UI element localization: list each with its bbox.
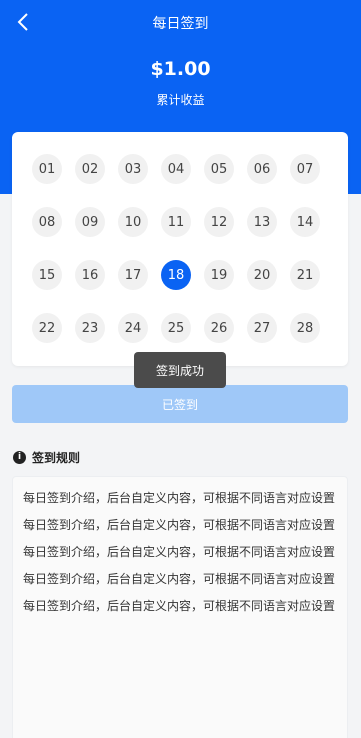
day-cell[interactable]: 20 bbox=[247, 260, 277, 290]
rule-line: 每日签到介绍，后台自定义内容，可根据不同语言对应设置 bbox=[23, 572, 336, 586]
day-cell-today[interactable]: 18 bbox=[161, 260, 191, 290]
day-cell[interactable]: 09 bbox=[75, 207, 105, 237]
day-cell[interactable]: 05 bbox=[204, 154, 234, 184]
rule-line: 每日签到介绍，后台自定义内容，可根据不同语言对应设置 bbox=[23, 518, 336, 532]
day-cell[interactable]: 11 bbox=[161, 207, 191, 237]
day-cell[interactable]: 04 bbox=[161, 154, 191, 184]
page-title: 每日签到 bbox=[152, 16, 209, 32]
calendar-card: 01 02 03 04 05 06 07 08 09 10 11 12 13 14 15 16 17 18 19 20… bbox=[12, 132, 348, 366]
day-cell[interactable]: 03 bbox=[118, 154, 148, 184]
earnings-label: 累计收益 bbox=[156, 93, 205, 107]
toast-message: 签到成功 bbox=[134, 352, 226, 388]
rules-title: 签到规则 bbox=[32, 450, 81, 465]
day-cell[interactable]: 01 bbox=[32, 154, 62, 184]
day-cell[interactable]: 26 bbox=[204, 313, 234, 343]
rules-content: 每日签到介绍，后台自定义内容，可根据不同语言对应设置 每日签到介绍，后台自定义内容… bbox=[12, 476, 348, 738]
info-icon: i bbox=[13, 450, 26, 464]
day-cell[interactable]: 21 bbox=[290, 260, 320, 290]
rule-line: 每日签到介绍，后台自定义内容，可根据不同语言对应设置 bbox=[23, 599, 336, 613]
day-cell[interactable]: 22 bbox=[32, 313, 62, 343]
earnings-amount: $1.00 bbox=[150, 58, 211, 80]
day-cell[interactable]: 27 bbox=[247, 313, 277, 343]
rule-line: 每日签到介绍，后台自定义内容，可根据不同语言对应设置 bbox=[23, 545, 336, 559]
day-cell[interactable]: 19 bbox=[204, 260, 234, 290]
day-cell[interactable]: 08 bbox=[32, 207, 62, 237]
day-cell[interactable]: 14 bbox=[290, 207, 320, 237]
signed-button[interactable]: 已签到 bbox=[12, 385, 348, 423]
rules-header: i 签到规则 bbox=[13, 449, 80, 465]
day-cell[interactable]: 24 bbox=[118, 313, 148, 343]
day-cell[interactable]: 06 bbox=[247, 154, 277, 184]
rule-line: 每日签到介绍，后台自定义内容，可根据不同语言对应设置 bbox=[23, 491, 336, 505]
day-cell[interactable]: 13 bbox=[247, 207, 277, 237]
day-cell[interactable]: 15 bbox=[32, 260, 62, 290]
day-cell[interactable]: 23 bbox=[75, 313, 105, 343]
day-cell[interactable]: 02 bbox=[75, 154, 105, 184]
day-cell[interactable]: 17 bbox=[118, 260, 148, 290]
day-cell[interactable]: 16 bbox=[75, 260, 105, 290]
day-cell[interactable]: 07 bbox=[290, 154, 320, 184]
day-grid: 01 02 03 04 05 06 07 08 09 10 11 12 13 14 15 16 17 18 19 20… bbox=[32, 154, 320, 343]
day-cell[interactable]: 12 bbox=[204, 207, 234, 237]
day-cell[interactable]: 28 bbox=[290, 313, 320, 343]
day-cell[interactable]: 10 bbox=[118, 207, 148, 237]
day-cell[interactable]: 25 bbox=[161, 313, 191, 343]
